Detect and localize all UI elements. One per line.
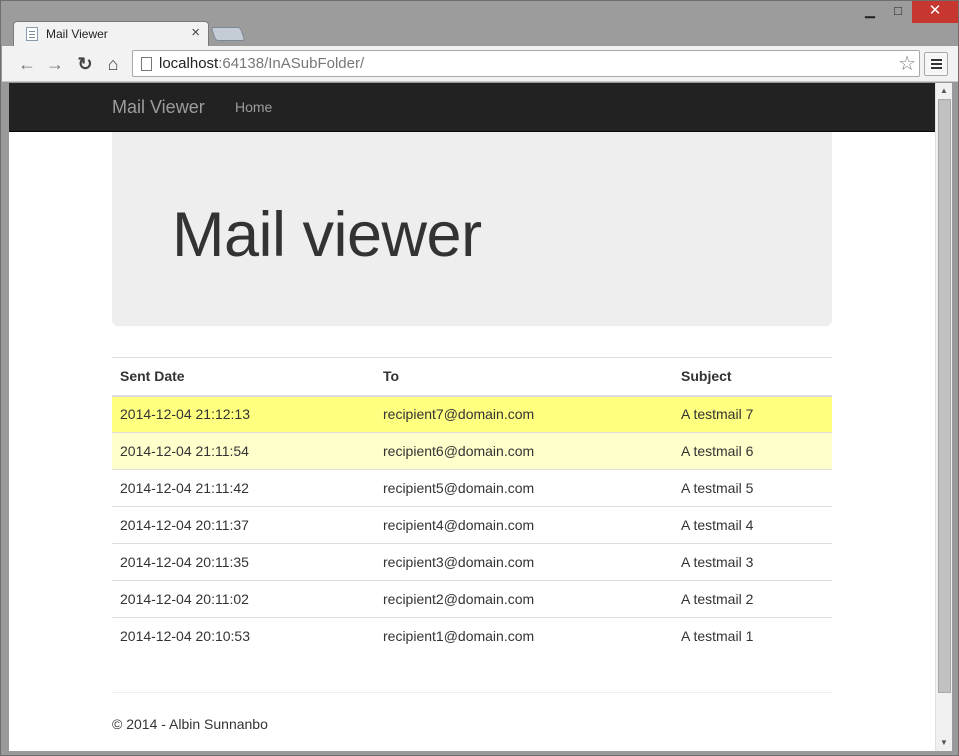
url-path: :64138/InASubFolder/ [218, 55, 365, 72]
vertical-scrollbar[interactable]: ▲ ▼ [935, 83, 952, 751]
page-title: Mail viewer [172, 200, 482, 270]
header-subject: Subject [673, 357, 832, 397]
table-row[interactable]: 2014-12-04 21:11:54 recipient6@domain.co… [112, 432, 832, 470]
page-viewport: Mail Viewer Home Mail viewer Sent Date T… [9, 83, 935, 751]
hamburger-menu-icon[interactable] [924, 52, 948, 76]
table-row[interactable]: 2014-12-04 20:11:35 recipient3@domain.co… [112, 543, 832, 581]
page-favicon-icon [26, 27, 38, 41]
cell-subject: A testmail 1 [673, 617, 832, 655]
cell-subject: A testmail 6 [673, 432, 832, 470]
cell-sent-date: 2014-12-04 20:11:35 [112, 543, 375, 581]
scroll-down-arrow-icon[interactable]: ▼ [936, 735, 952, 751]
tab-close-icon[interactable]: × [191, 24, 200, 41]
table-row[interactable]: 2014-12-04 21:12:13 recipient7@domain.co… [112, 395, 832, 433]
mail-table: Sent Date To Subject 2014-12-04 21:12:13… [112, 357, 832, 655]
header-sent-date: Sent Date [112, 357, 375, 397]
jumbotron: Mail viewer [112, 132, 832, 326]
cell-to: recipient6@domain.com [375, 432, 673, 470]
cell-sent-date: 2014-12-04 20:11:37 [112, 506, 375, 544]
minimize-button[interactable]: ▁ [856, 1, 884, 23]
scroll-thumb[interactable] [938, 99, 951, 693]
browser-toolbar: ← → ↻ ⌂ localhost:64138/InASubFolder/ ☆ [2, 46, 958, 82]
table-row[interactable]: 2014-12-04 21:11:42 recipient5@domain.co… [112, 469, 832, 507]
forward-arrow-icon[interactable]: → [44, 53, 66, 75]
cell-sent-date: 2014-12-04 21:12:13 [112, 395, 375, 433]
table-header-row: Sent Date To Subject [112, 357, 832, 397]
back-arrow-icon[interactable]: ← [16, 53, 38, 75]
cell-sent-date: 2014-12-04 20:11:02 [112, 580, 375, 618]
footer-divider [112, 692, 832, 693]
close-window-button[interactable]: ✕ [912, 1, 958, 23]
scroll-up-arrow-icon[interactable]: ▲ [936, 83, 952, 99]
reload-icon[interactable]: ↻ [74, 53, 96, 75]
new-tab-button[interactable] [210, 27, 246, 41]
site-navbar: Mail Viewer Home [9, 83, 935, 132]
cell-sent-date: 2014-12-04 20:10:53 [112, 617, 375, 655]
window-controls: ▁ □ ✕ [856, 1, 958, 23]
home-icon[interactable]: ⌂ [102, 53, 124, 75]
cell-subject: A testmail 3 [673, 543, 832, 581]
header-to: To [375, 357, 673, 397]
cell-sent-date: 2014-12-04 21:11:54 [112, 432, 375, 470]
cell-subject: A testmail 4 [673, 506, 832, 544]
url-text: localhost:64138/InASubFolder/ [159, 55, 364, 72]
table-row[interactable]: 2014-12-04 20:10:53 recipient1@domain.co… [112, 617, 832, 655]
bookmark-star-icon[interactable]: ☆ [898, 51, 916, 76]
title-bar: Mail Viewer × ▁ □ ✕ [1, 1, 958, 47]
address-bar[interactable]: localhost:64138/InASubFolder/ ☆ [132, 50, 920, 77]
tab-title: Mail Viewer [46, 27, 108, 41]
navbar-brand-link[interactable]: Mail Viewer [112, 97, 205, 118]
cell-to: recipient5@domain.com [375, 469, 673, 507]
cell-to: recipient2@domain.com [375, 580, 673, 618]
tab-mail-viewer[interactable]: Mail Viewer × [13, 21, 209, 47]
page-icon [141, 57, 152, 71]
footer-copyright: © 2014 - Albin Sunnanbo [112, 716, 268, 732]
table-row[interactable]: 2014-12-04 20:11:02 recipient2@domain.co… [112, 580, 832, 618]
cell-subject: A testmail 5 [673, 469, 832, 507]
table-row[interactable]: 2014-12-04 20:11:37 recipient4@domain.co… [112, 506, 832, 544]
cell-subject: A testmail 7 [673, 395, 832, 433]
browser-window: Mail Viewer × ▁ □ ✕ ← → ↻ ⌂ localhost:64… [0, 0, 959, 756]
nav-link-home[interactable]: Home [235, 99, 272, 115]
cell-sent-date: 2014-12-04 21:11:42 [112, 469, 375, 507]
cell-to: recipient7@domain.com [375, 395, 673, 433]
cell-to: recipient3@domain.com [375, 543, 673, 581]
maximize-button[interactable]: □ [884, 1, 912, 23]
url-host: localhost [159, 55, 219, 72]
cell-subject: A testmail 2 [673, 580, 832, 618]
cell-to: recipient4@domain.com [375, 506, 673, 544]
cell-to: recipient1@domain.com [375, 617, 673, 655]
